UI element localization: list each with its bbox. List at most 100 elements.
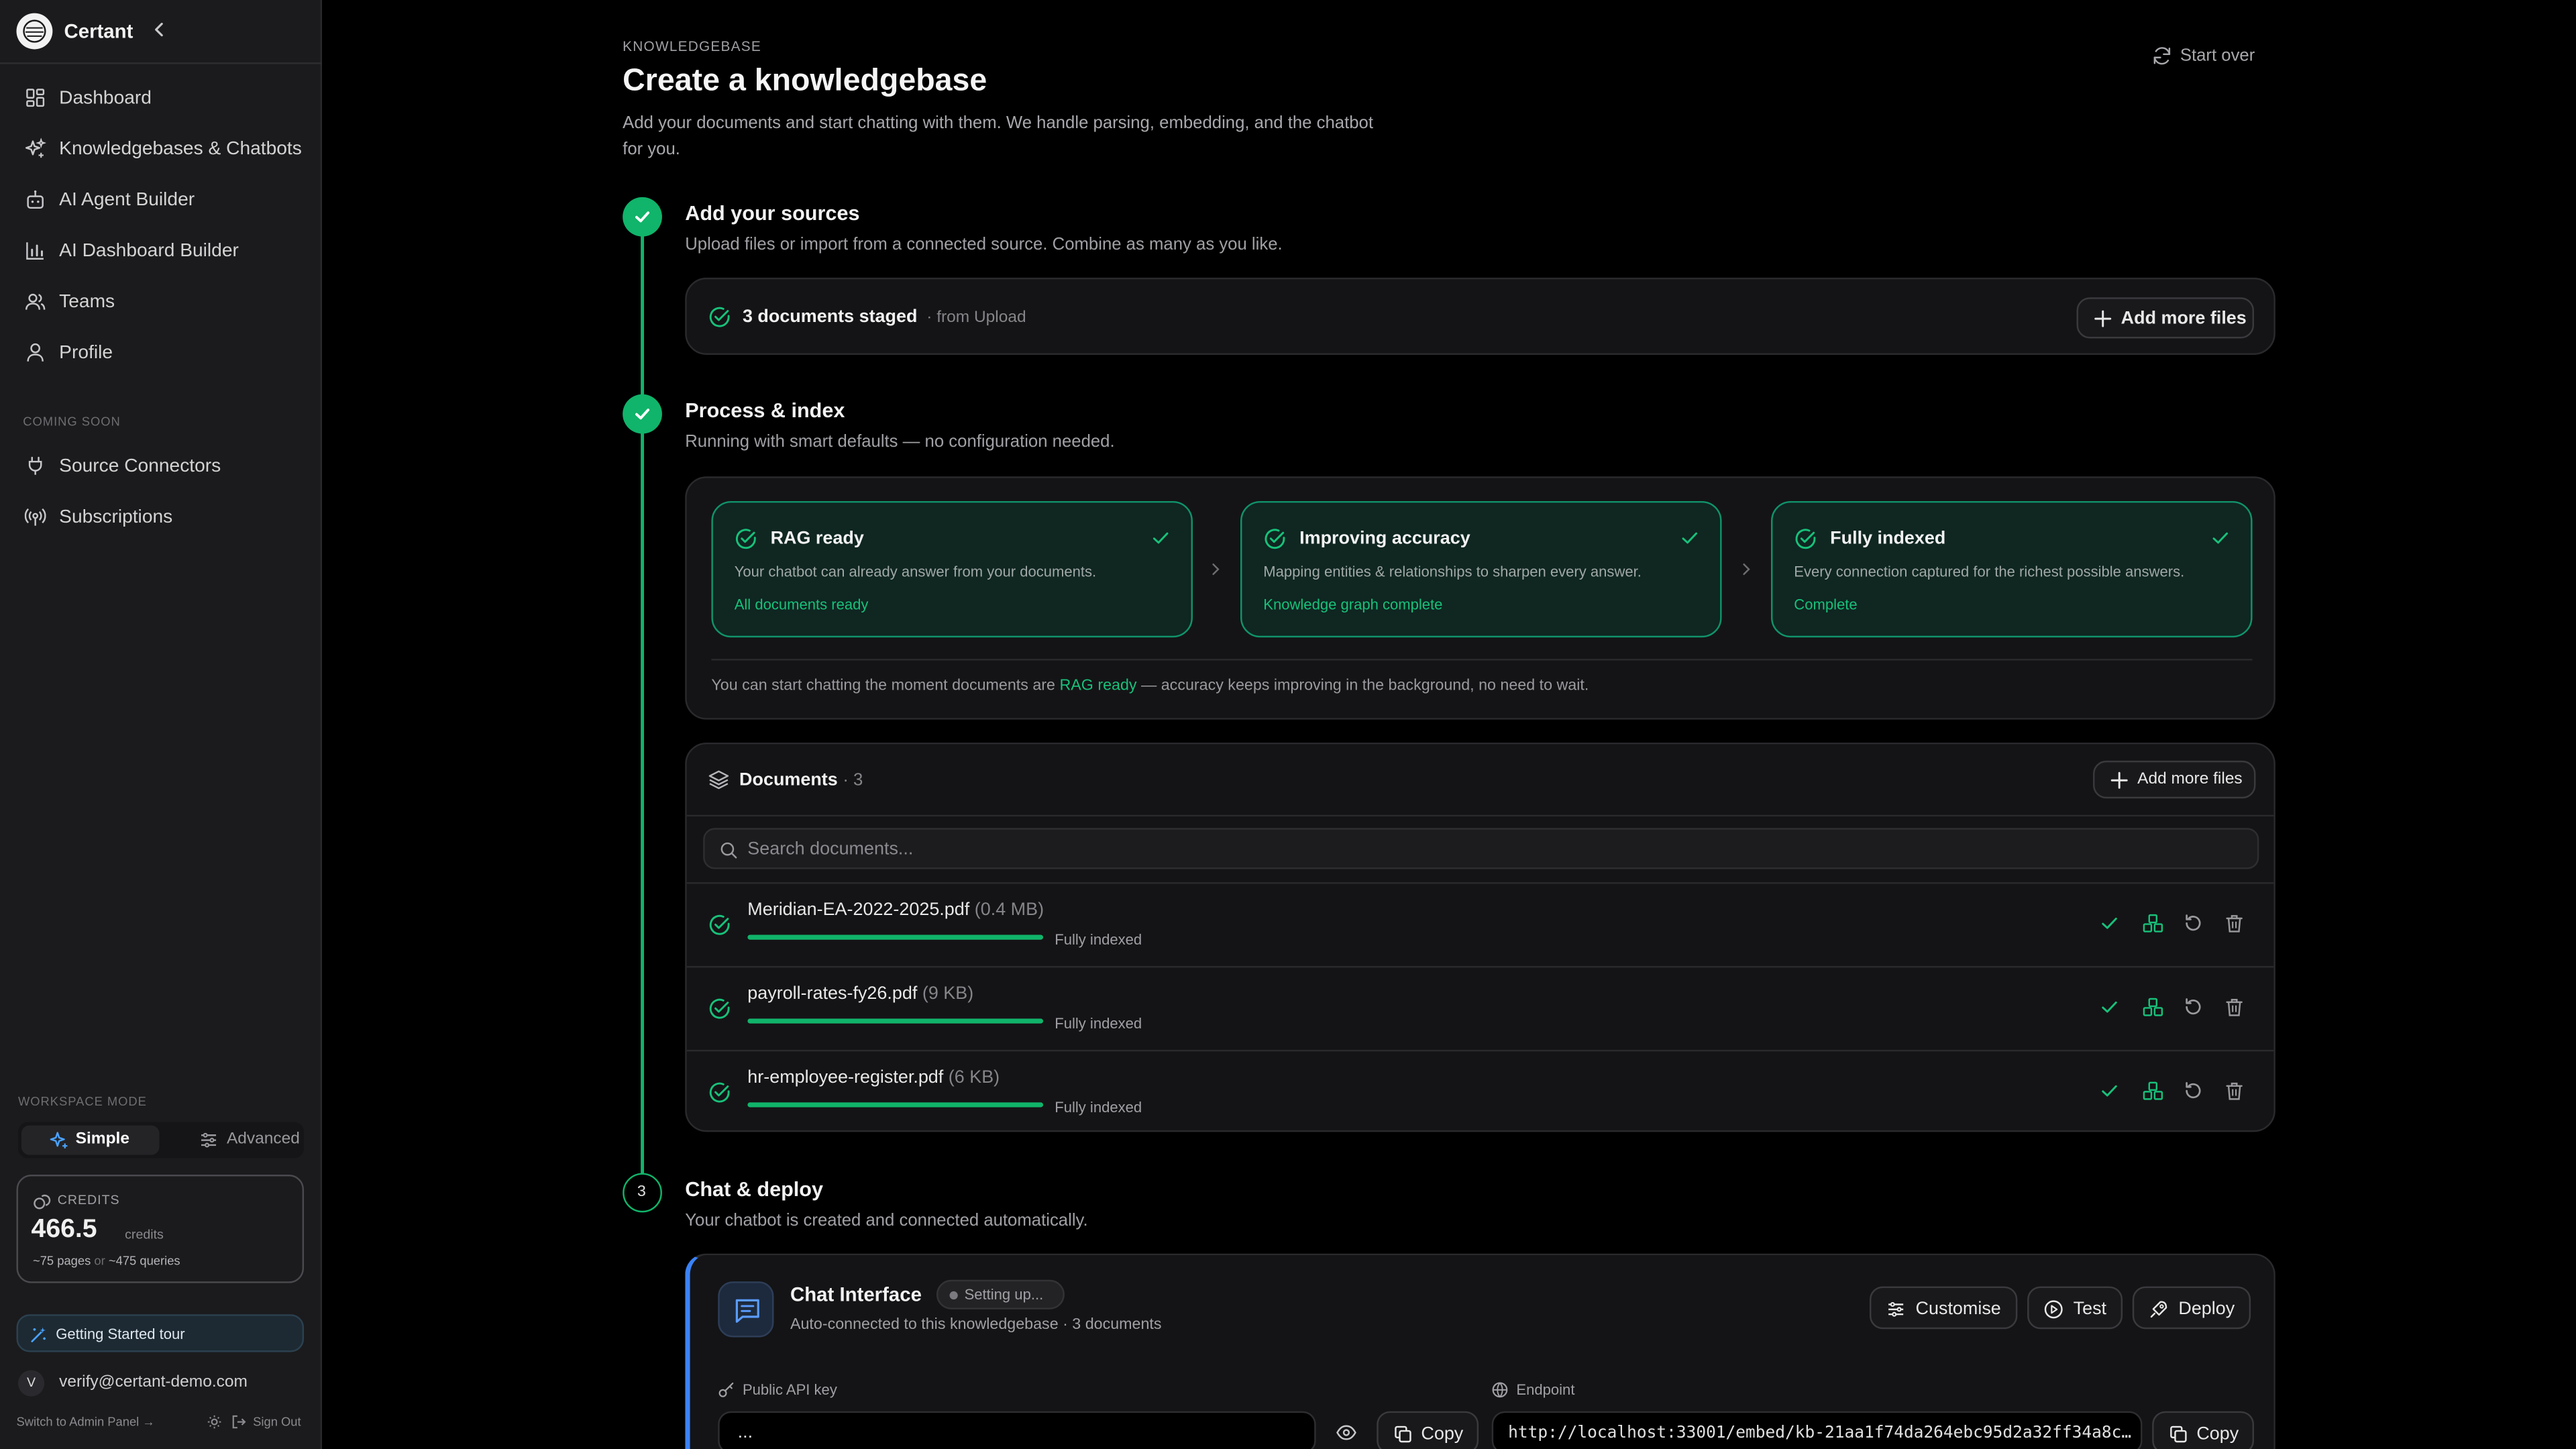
file-name: payroll-rates-fy26.pdf (9 KB) xyxy=(747,983,974,1004)
sun-icon[interactable] xyxy=(207,1415,222,1430)
log-out-icon xyxy=(231,1415,246,1430)
tour-label: Getting Started tour xyxy=(56,1326,185,1342)
test-label: Test xyxy=(2073,1299,2107,1320)
chat-interface-title: Chat Interface xyxy=(790,1283,922,1306)
check-icon xyxy=(1152,529,1170,547)
graph-icon[interactable] xyxy=(2142,1081,2163,1102)
getting-started-tour-button[interactable]: Getting Started tour xyxy=(16,1314,305,1352)
documents-card: Documents · 3 Add more files Meridian-EA… xyxy=(685,742,2275,1134)
add-more-files-button[interactable]: Add more files xyxy=(2076,297,2255,339)
chat-interface-meta: Auto-connected to this knowledgebase · 3… xyxy=(790,1316,1162,1334)
credits-card[interactable]: CREDITS 466.5 credits ~75 pages or ~475 … xyxy=(16,1175,305,1283)
endpoint-field[interactable]: http://localhost:33001/embed/kb-21aa1f74… xyxy=(1491,1411,2143,1449)
staged-count: 3 documents staged xyxy=(742,307,918,327)
documents-count: · 3 xyxy=(843,770,863,790)
sidebar-item-dashboard-builder[interactable]: AI Dashboard Builder xyxy=(0,230,322,273)
sidebar-item-label: Teams xyxy=(59,292,115,313)
reprocess-icon[interactable] xyxy=(2184,998,2203,1017)
reprocess-icon[interactable] xyxy=(2184,1081,2203,1100)
mode-simple-label: Simple xyxy=(75,1130,129,1148)
sidebar: Certant Dashboard Knowledgebases & Chatb… xyxy=(0,0,323,1449)
file-name: hr-employee-register.pdf (6 KB) xyxy=(747,1067,1000,1088)
certant-logo-icon[interactable] xyxy=(16,13,53,50)
add-more-files-button[interactable]: Add more files xyxy=(2093,760,2256,799)
customise-button[interactable]: Customise xyxy=(1869,1286,2018,1330)
mode-advanced-button[interactable]: Advanced xyxy=(176,1126,301,1155)
step-1-subtitle: Upload files or import from a connected … xyxy=(685,235,1283,255)
table-row[interactable]: payroll-rates-fy26.pdf (9 KB) Fully inde… xyxy=(686,966,2274,1050)
trash-icon[interactable] xyxy=(2224,998,2244,1017)
step-1-complete-icon xyxy=(623,197,662,237)
users-icon xyxy=(25,290,46,312)
check-circle-icon xyxy=(708,998,731,1020)
copy-icon xyxy=(1393,1424,1413,1444)
start-over-button[interactable]: Start over xyxy=(2152,44,2267,67)
file-size: (9 KB) xyxy=(922,983,974,1004)
chevron-right-icon xyxy=(1209,562,1222,577)
sidebar-item-label: AI Dashboard Builder xyxy=(59,241,239,262)
trash-icon[interactable] xyxy=(2224,914,2244,933)
progress-bar xyxy=(747,934,1044,940)
stage-improving-accuracy: Improving accuracy Mapping entities & re… xyxy=(1240,500,1722,638)
sparkles-icon xyxy=(25,138,46,160)
trash-icon[interactable] xyxy=(2224,1081,2244,1100)
chevron-left-icon[interactable] xyxy=(151,21,167,38)
status-badge: Setting up... xyxy=(936,1279,1065,1309)
sidebar-item-dashboard[interactable]: Dashboard xyxy=(0,77,322,120)
credits-label: CREDITS xyxy=(57,1192,120,1208)
deploy-label: Deploy xyxy=(2178,1299,2235,1320)
status-badge-label: Setting up... xyxy=(964,1286,1044,1303)
deploy-button[interactable]: Deploy xyxy=(2132,1286,2251,1330)
globe-icon xyxy=(1492,1382,1508,1398)
wand-icon xyxy=(30,1326,48,1344)
stage-status: All documents ready xyxy=(734,596,869,613)
mode-simple-button[interactable]: Simple xyxy=(21,1125,160,1155)
copy-api-key-button[interactable]: Copy xyxy=(1377,1411,1479,1449)
copy-endpoint-button[interactable]: Copy xyxy=(2152,1411,2255,1449)
sidebar-item-source-connectors[interactable]: Source Connectors xyxy=(0,445,322,488)
endpoint-label: Endpoint xyxy=(1516,1381,1575,1399)
plug-icon xyxy=(25,455,46,476)
add-more-files-label: Add more files xyxy=(2121,309,2247,329)
divider xyxy=(711,659,2253,661)
stage-status: Complete xyxy=(1794,596,1858,613)
progress-fill xyxy=(747,1102,1044,1108)
file-size: (6 KB) xyxy=(948,1067,1000,1088)
check-icon xyxy=(2100,1081,2119,1100)
customise-label: Customise xyxy=(1915,1299,2001,1320)
sidebar-item-subscriptions[interactable]: Subscriptions xyxy=(0,496,322,539)
graph-icon[interactable] xyxy=(2142,914,2163,935)
brand-header: Certant xyxy=(0,0,323,64)
sidebar-item-profile[interactable]: Profile xyxy=(0,332,322,375)
file-size: (0.4 MB) xyxy=(974,900,1044,920)
layers-icon xyxy=(708,769,730,790)
start-over-label: Start over xyxy=(2180,46,2255,66)
api-key-field[interactable]: ... xyxy=(718,1411,1316,1449)
sidebar-item-agent-builder[interactable]: AI Agent Builder xyxy=(0,179,322,222)
page-title: Create a knowledgebase xyxy=(623,64,987,99)
divider xyxy=(686,814,2274,817)
search-input[interactable] xyxy=(747,836,2226,863)
sidebar-item-knowledgebases[interactable]: Knowledgebases & Chatbots xyxy=(0,128,322,171)
sign-out-button[interactable]: Sign Out xyxy=(207,1413,309,1432)
file-status: Fully indexed xyxy=(1055,931,1142,949)
process-note: You can start chatting the moment docume… xyxy=(711,676,1589,695)
copy-icon xyxy=(2169,1424,2188,1444)
test-button[interactable]: Test xyxy=(2027,1286,2123,1330)
api-key-value: ... xyxy=(737,1422,753,1443)
key-icon xyxy=(718,1382,734,1398)
avatar[interactable]: V xyxy=(17,1370,45,1397)
stage-fully-indexed: Fully indexed Every connection captured … xyxy=(1771,500,2253,638)
graph-icon[interactable] xyxy=(2142,998,2163,1019)
stage-status: Knowledge graph complete xyxy=(1263,596,1443,613)
stepper-rail xyxy=(641,235,645,1175)
reprocess-icon[interactable] xyxy=(2184,914,2203,933)
table-row[interactable]: hr-employee-register.pdf (6 KB) Fully in… xyxy=(686,1049,2274,1134)
step-2-title: Process & index xyxy=(685,399,845,423)
table-row[interactable]: Meridian-EA-2022-2025.pdf (0.4 MB) Fully… xyxy=(686,882,2274,966)
progress-fill xyxy=(747,1018,1044,1024)
sidebar-item-label: Subscriptions xyxy=(59,507,173,528)
sidebar-item-teams[interactable]: Teams xyxy=(0,281,322,324)
admin-panel-link[interactable]: Switch to Admin Panel → xyxy=(16,1415,154,1430)
eye-icon[interactable] xyxy=(1336,1424,1357,1440)
